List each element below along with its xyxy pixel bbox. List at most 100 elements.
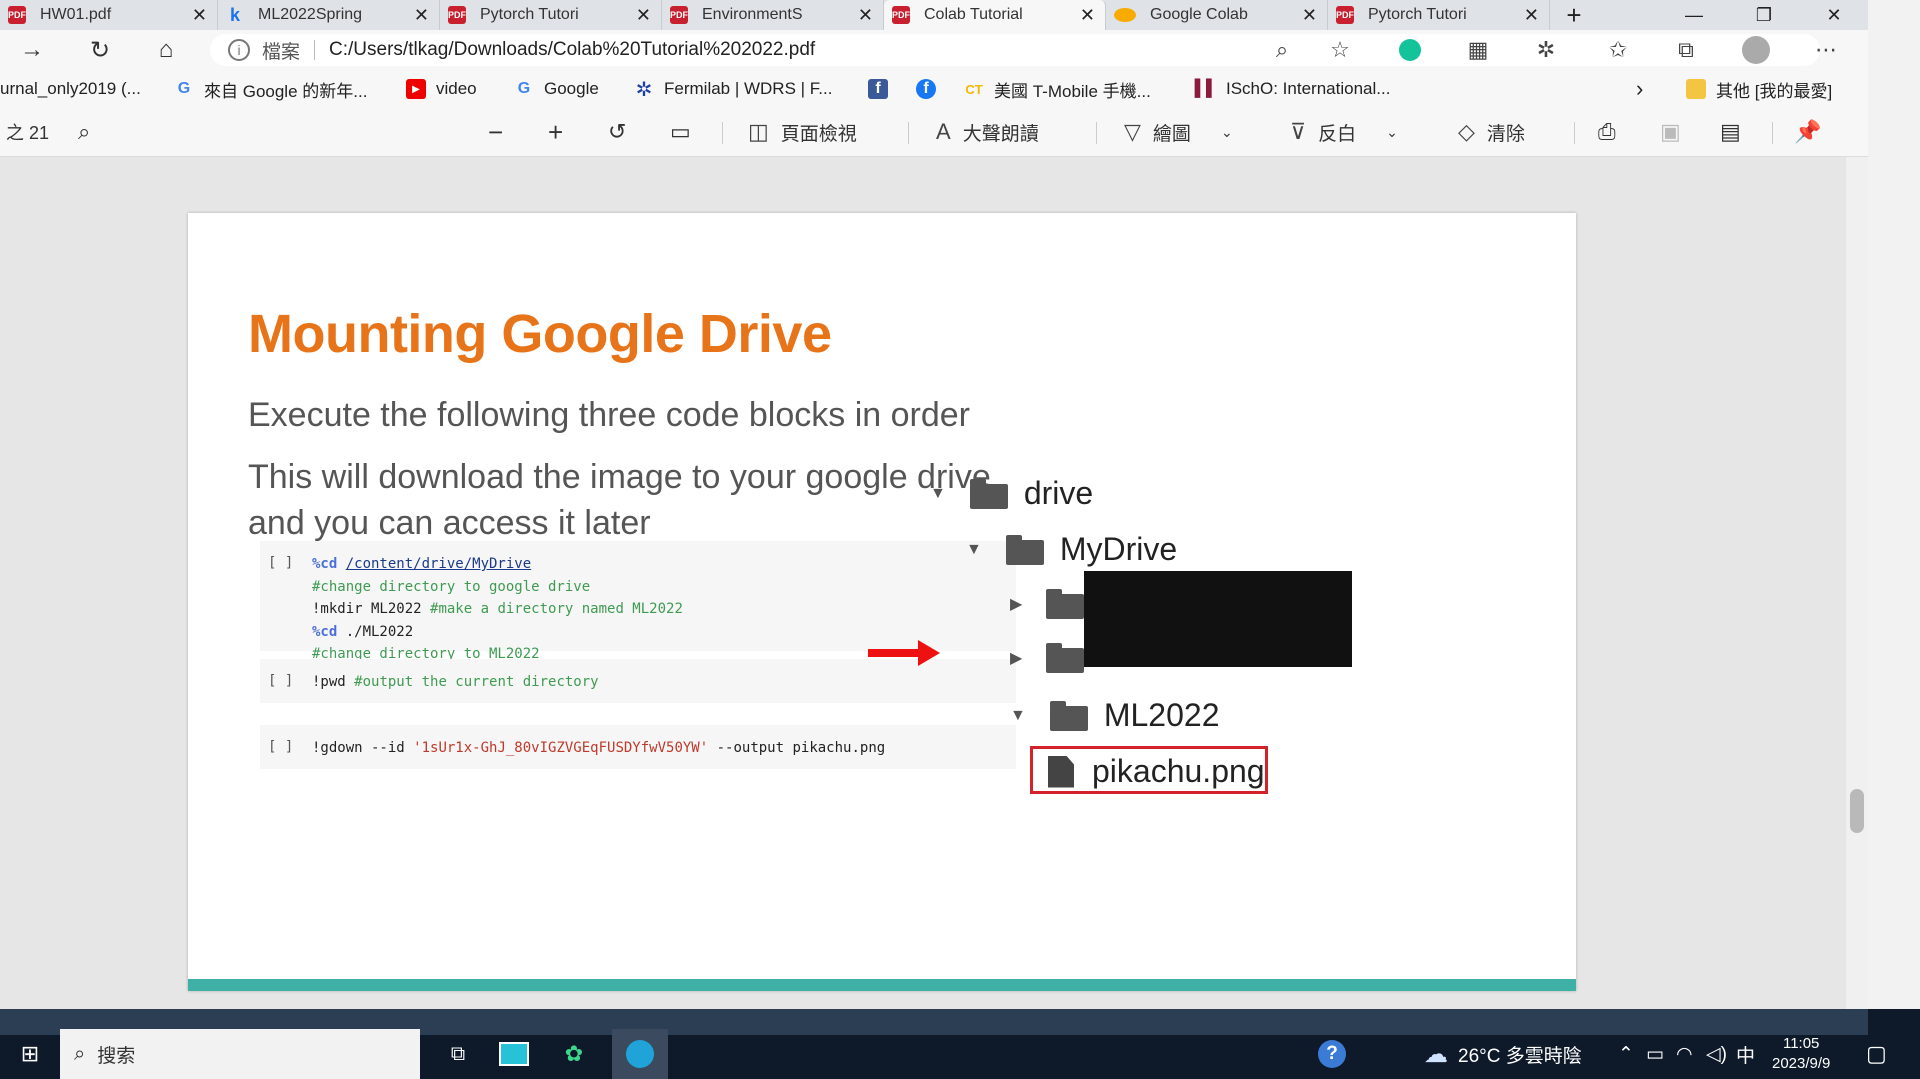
folder-icon [1005,534,1044,565]
erase-button[interactable]: ◇ 清除 [1458,108,1525,156]
close-window-button[interactable]: ✕ [1806,0,1862,30]
file-explorer-icon[interactable] [492,1029,536,1079]
extension-icon[interactable]: ▦ [1458,30,1498,70]
url-text[interactable]: C:/Users/tlkag/Downloads/Colab%20Tutoria… [329,39,815,61]
fit-page-icon[interactable]: ▭ [670,108,691,156]
battery-icon[interactable]: ▭ [1646,1029,1664,1079]
scrollbar[interactable] [1846,157,1868,1009]
close-icon[interactable]: ✕ [636,5,651,26]
collections-icon[interactable]: ⧉ [1666,30,1706,70]
search-icon[interactable]: ⌕ [78,108,90,156]
more-icon[interactable]: ⋯ [1806,30,1846,70]
add-favorite-icon[interactable]: ☆ [1320,30,1360,70]
app-icon[interactable]: ✿ [552,1029,596,1079]
more-bookmarks-chevron-icon[interactable]: › [1636,70,1643,108]
help-icon[interactable]: ? [1318,1029,1346,1079]
tree-label: drive [1023,475,1094,511]
ischo-icon: ▌▌ [1194,80,1218,97]
weather[interactable]: ☁ 26°C 多雲時陰 [1424,1029,1582,1079]
facebook-square-icon: f [868,79,888,99]
code-token: !gdown --id [312,740,414,756]
puzzle-icon[interactable]: ✲ [1526,30,1566,70]
folder-icon [1686,79,1706,99]
avatar[interactable] [1736,30,1776,70]
taskbar-search-input[interactable]: ⌕ 搜索 [60,1029,420,1079]
rotate-icon[interactable]: ↺ [608,108,626,156]
facebook-icon: f [916,79,936,99]
zoom-icon[interactable]: ⌕ [1262,30,1302,70]
cloud-icon: ☁ [1424,1040,1448,1068]
chevron-down-icon[interactable]: ⌄ [1221,124,1233,141]
bookmark-facebook[interactable]: f [916,70,946,108]
run-cell-bracket: [ ] [268,739,294,755]
page-count-label: 之 21 [6,123,50,143]
bookmark-fermilab[interactable]: ✲ Fermilab | WDRS | F... [634,70,833,108]
clock[interactable]: 11:05 2023/9/9 [1772,1029,1830,1079]
close-icon[interactable]: ✕ [1524,5,1539,26]
task-view-icon[interactable]: ⧉ [436,1029,480,1079]
close-icon[interactable]: ✕ [414,5,429,26]
draw-button[interactable]: ▽ 繪圖 ⌄ [1124,108,1233,156]
save-icon[interactable]: ▣ [1660,108,1681,156]
address-bar[interactable]: i 檔案 C:/Users/tlkag/Downloads/Colab%20Tu… [210,34,1820,66]
bookmark-ischo[interactable]: ▌▌ ISchO: International... [1194,70,1391,108]
run-cell-bracket: [ ] [268,555,294,571]
tab-environment[interactable]: PDF EnvironmentS ✕ [662,0,884,30]
zoom-in-icon[interactable]: + [548,108,563,156]
tab-google-colab[interactable]: Google Colab ✕ [1106,0,1328,30]
forward-icon[interactable]: → [12,30,52,70]
volume-icon[interactable]: ◁) [1706,1029,1727,1079]
bookmark-journal[interactable]: urnal_only2019 (... [0,70,141,108]
windows-start-icon[interactable]: ⊞ [8,1029,52,1079]
bookmark-label: urnal_only2019 (... [0,79,141,98]
info-icon[interactable]: i [228,39,250,61]
tab-hw01[interactable]: PDF HW01.pdf ✕ [0,0,218,30]
wifi-icon[interactable]: ◠ [1676,1029,1693,1079]
bookmark-facebook-square[interactable]: f [868,70,898,108]
chevron-down-icon[interactable]: ⌄ [1386,124,1398,141]
tab-colab-tutorial[interactable]: PDF Colab Tutorial ✕ [884,0,1106,30]
bookmark-tmobile[interactable]: CT 美國 T-Mobile 手機... [964,70,1150,108]
highlight-button[interactable]: ⊽ 反白 ⌄ [1290,108,1398,156]
code-token: --output pikachu.png [708,740,886,756]
separator [1574,122,1575,144]
minimize-button[interactable]: — [1666,0,1722,30]
tab-ml2022spring[interactable]: k ML2022Spring ✕ [218,0,440,30]
tab-pytorch-tutorial-2[interactable]: PDF Pytorch Tutori ✕ [1328,0,1550,30]
close-icon[interactable]: ✕ [1080,5,1095,26]
restore-button[interactable]: ❐ [1736,0,1792,30]
tab-label: Colab Tutorial [924,6,1023,23]
tab-pytorch-tutorial-1[interactable]: PDF Pytorch Tutori ✕ [440,0,662,30]
pin-icon[interactable]: 📌 [1794,108,1821,156]
refresh-icon[interactable]: ↻ [80,30,120,70]
show-hidden-icons-chevron-icon[interactable]: ⌃ [1618,1029,1634,1079]
read-aloud-button[interactable]: A 大聲朗讀 [936,108,1039,156]
favorites-icon[interactable]: ✩ [1598,30,1638,70]
page-view-button[interactable]: ◫ 頁面檢視 [748,108,857,156]
scrollbar-thumb[interactable] [1850,789,1864,833]
code-token: ./ML2022 [345,623,414,640]
ime-indicator[interactable]: 中 [1736,1029,1755,1079]
bookmark-label: video [436,79,477,98]
save-as-icon[interactable]: ▤ [1720,108,1741,156]
tree-item-ml2022: ▼ ML2022 [1010,697,1219,734]
zoom-out-icon[interactable]: − [488,108,503,156]
bookmark-other-folder[interactable]: 其他 [我的最愛] [1686,70,1832,108]
close-icon[interactable]: ✕ [1302,5,1317,26]
bookmark-video[interactable]: ▶ video [406,70,477,108]
search-label: 搜索 [97,1045,136,1067]
bookmark-google-new-year[interactable]: G 來自 Google 的新年... [174,70,368,108]
close-icon[interactable]: ✕ [858,5,873,26]
new-tab-button[interactable]: + [1546,0,1602,30]
fermilab-icon: ✲ [635,78,653,101]
home-icon[interactable]: ⌂ [146,30,186,70]
print-icon[interactable]: ⎙ [1598,108,1616,156]
grammarly-icon[interactable] [1390,30,1430,70]
bookmark-google[interactable]: G Google [514,70,599,108]
tab-label: ML2022Spring [258,6,363,23]
notification-icon[interactable]: ▢ [1866,1029,1887,1079]
arrow-head-icon [918,640,940,666]
close-icon[interactable]: ✕ [192,5,207,26]
bookmark-label: Google [544,79,599,98]
edge-browser-icon[interactable] [612,1029,668,1079]
